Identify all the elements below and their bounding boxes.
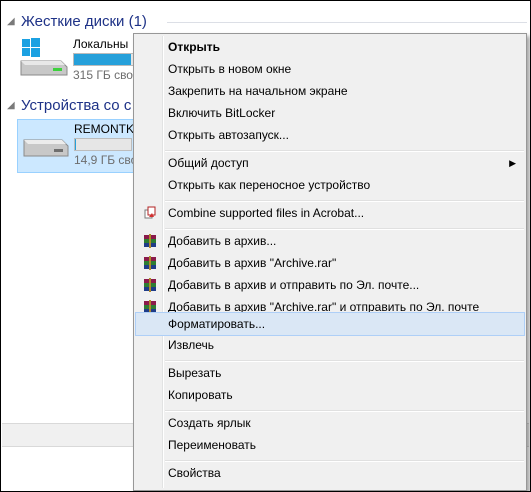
menu-item-create-shortcut[interactable]: Создать ярлык (136, 412, 524, 434)
menu-item-label: Открыть в новом окне (168, 62, 292, 76)
menu-item-label: Вырезать (168, 366, 222, 380)
menu-item-properties[interactable]: Свойства (136, 462, 524, 484)
menu-item-label: Извлечь (168, 338, 215, 352)
menu-item-acrobat-combine[interactable]: Combine supported files in Acrobat... (136, 202, 524, 224)
menu-item-label: Закрепить на начальном экране (168, 84, 348, 98)
menu-item-archive-email[interactable]: Добавить в архив и отправить по Эл. почт… (136, 274, 524, 296)
collapse-chevron-icon[interactable]: ◢ (7, 16, 21, 27)
menu-item-open-new-window[interactable]: Открыть в новом окне (136, 58, 524, 80)
group-header-hard-drives[interactable]: ◢ Жесткие диски (1) (7, 11, 527, 31)
menu-item-label: Общий доступ (168, 156, 249, 170)
menu-item-label: Добавить в архив и отправить по Эл. почт… (168, 278, 420, 292)
menu-item-add-archive-rar[interactable]: Добавить в архив "Archive.rar" (136, 252, 524, 274)
menu-item-autoplay[interactable]: Открыть автозапуск... (136, 124, 524, 146)
menu-item-add-archive[interactable]: Добавить в архив... (136, 230, 524, 252)
menu-item-label: Добавить в архив "Archive.rar" (168, 256, 337, 270)
menu-item-label: Добавить в архив... (168, 234, 277, 248)
menu-item-cut[interactable]: Вырезать (136, 362, 524, 384)
menu-item-bitlocker[interactable]: Включить BitLocker (136, 102, 524, 124)
menu-item-label: Создать ярлык (168, 416, 251, 430)
capacity-bar (73, 53, 135, 66)
drive-usb[interactable]: REMONTKA 14,9 ГБ своб (17, 119, 144, 173)
winrar-icon (142, 255, 158, 271)
menu-item-label: Свойства (168, 466, 221, 480)
menu-item-rename[interactable]: Переименовать (136, 434, 524, 456)
menu-item-copy[interactable]: Копировать (136, 384, 524, 406)
submenu-arrow-icon: ▶ (509, 157, 516, 168)
drive-name: Локальны (73, 37, 129, 51)
winrar-icon (142, 233, 158, 249)
group-title: Жесткие диски (1) (21, 12, 147, 30)
capacity-bar (74, 138, 132, 151)
drive-name: REMONTKA (74, 122, 143, 136)
menu-item-open[interactable]: Открыть (136, 36, 524, 58)
hard-drive-icon (17, 35, 69, 76)
menu-item-label: Копировать (168, 388, 233, 402)
menu-item-label: Открыть как переносное устройство (168, 178, 371, 192)
usb-drive-icon (22, 130, 74, 170)
menu-item-label: Форматировать... (168, 317, 266, 331)
acrobat-icon (142, 205, 158, 221)
drive-free-space: 315 ГБ своб (73, 68, 140, 82)
group-title: Устройства со с (21, 96, 132, 114)
menu-item-label: Combine supported files in Acrobat... (168, 206, 365, 220)
menu-item-eject[interactable]: Извлечь (136, 334, 524, 356)
menu-item-pin-start[interactable]: Закрепить на начальном экране (136, 80, 524, 102)
context-menu: Открыть Открыть в новом окне Закрепить н… (133, 33, 527, 491)
capacity-fill (74, 54, 131, 65)
menu-item-label: Включить BitLocker (168, 106, 276, 120)
menu-item-format[interactable]: Форматировать... (135, 312, 525, 336)
winrar-icon (142, 277, 158, 293)
group-divider (167, 22, 527, 23)
group-header-removable[interactable]: ◢ Устройства со с (7, 95, 131, 115)
collapse-chevron-icon[interactable]: ◢ (7, 100, 21, 111)
capacity-fill (75, 139, 77, 150)
menu-item-label: Открыть (168, 40, 221, 54)
menu-item-label: Переименовать (168, 438, 256, 452)
menu-item-label: Открыть автозапуск... (168, 128, 289, 142)
menu-item-share[interactable]: Общий доступ ▶ (136, 152, 524, 174)
menu-item-open-portable[interactable]: Открыть как переносное устройство (136, 174, 524, 196)
